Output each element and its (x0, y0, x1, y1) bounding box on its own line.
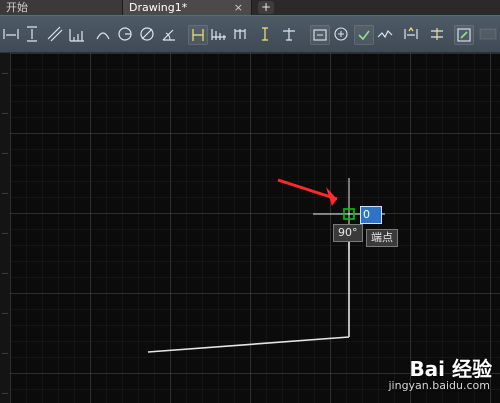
watermark: Bai 经验 jingyan.baidu.com (322, 353, 492, 397)
jogged-linear-icon[interactable] (354, 25, 374, 45)
gutter-tick (2, 313, 8, 314)
osnap-tooltip: 端点 (366, 229, 398, 247)
radius-dimension-icon[interactable] (116, 25, 134, 43)
continue-dimension-icon[interactable] (210, 25, 228, 43)
polyline-segment-1 (147, 336, 350, 353)
toolbar-overflow-icon[interactable] (478, 25, 498, 43)
gutter-tick (2, 113, 8, 114)
aligned-dimension-icon[interactable] (46, 25, 64, 43)
tab-drawing1-label: Drawing1* (129, 1, 188, 14)
gutter-tick (2, 73, 8, 74)
tab-bar: 开始 Drawing1* × + (0, 0, 500, 15)
add-tab-button[interactable]: + (258, 1, 274, 14)
gutter-tick (2, 233, 8, 234)
dynamic-input-field[interactable]: 0 (360, 206, 382, 224)
dimension-text-edit-icon[interactable] (402, 25, 420, 43)
close-icon[interactable]: × (234, 0, 243, 15)
gutter-tick (2, 193, 8, 194)
update-dimension-icon[interactable] (428, 25, 446, 43)
diameter-dimension-icon[interactable] (138, 25, 156, 43)
quick-dimension-icon[interactable] (188, 25, 208, 45)
tolerance-icon[interactable] (280, 25, 298, 43)
dimension-style-icon[interactable] (454, 25, 474, 45)
baseline-dimension-icon[interactable] (68, 25, 86, 43)
drawing-geometry (147, 178, 385, 353)
dimension-toolbar (0, 15, 500, 54)
gutter-tick (2, 153, 8, 154)
inspection-icon[interactable] (332, 25, 350, 43)
dimension-space-icon[interactable] (232, 25, 250, 43)
watermark-title: Bai 经验 (409, 357, 492, 381)
horizontal-dimension-icon[interactable] (2, 25, 20, 43)
arc-dimension-icon[interactable] (94, 25, 112, 43)
center-mark-icon[interactable] (310, 25, 330, 45)
gutter-tick (2, 393, 8, 394)
vertical-dimension-icon[interactable] (24, 25, 42, 43)
gutter-tick (2, 273, 8, 274)
angle-tooltip: 90° (333, 224, 363, 242)
dimension-edit-icon[interactable] (376, 25, 394, 43)
drawing-canvas[interactable]: 0 90° 端点 (10, 53, 500, 403)
tab-start[interactable]: 开始 (0, 0, 123, 15)
tab-drawing1[interactable]: Drawing1* × (123, 0, 252, 15)
gutter-tick (2, 353, 8, 354)
tab-start-label: 开始 (6, 1, 28, 14)
dimension-break-icon[interactable] (256, 25, 274, 43)
watermark-url: jingyan.baidu.com (388, 379, 490, 392)
angular-dimension-icon[interactable] (160, 25, 178, 43)
